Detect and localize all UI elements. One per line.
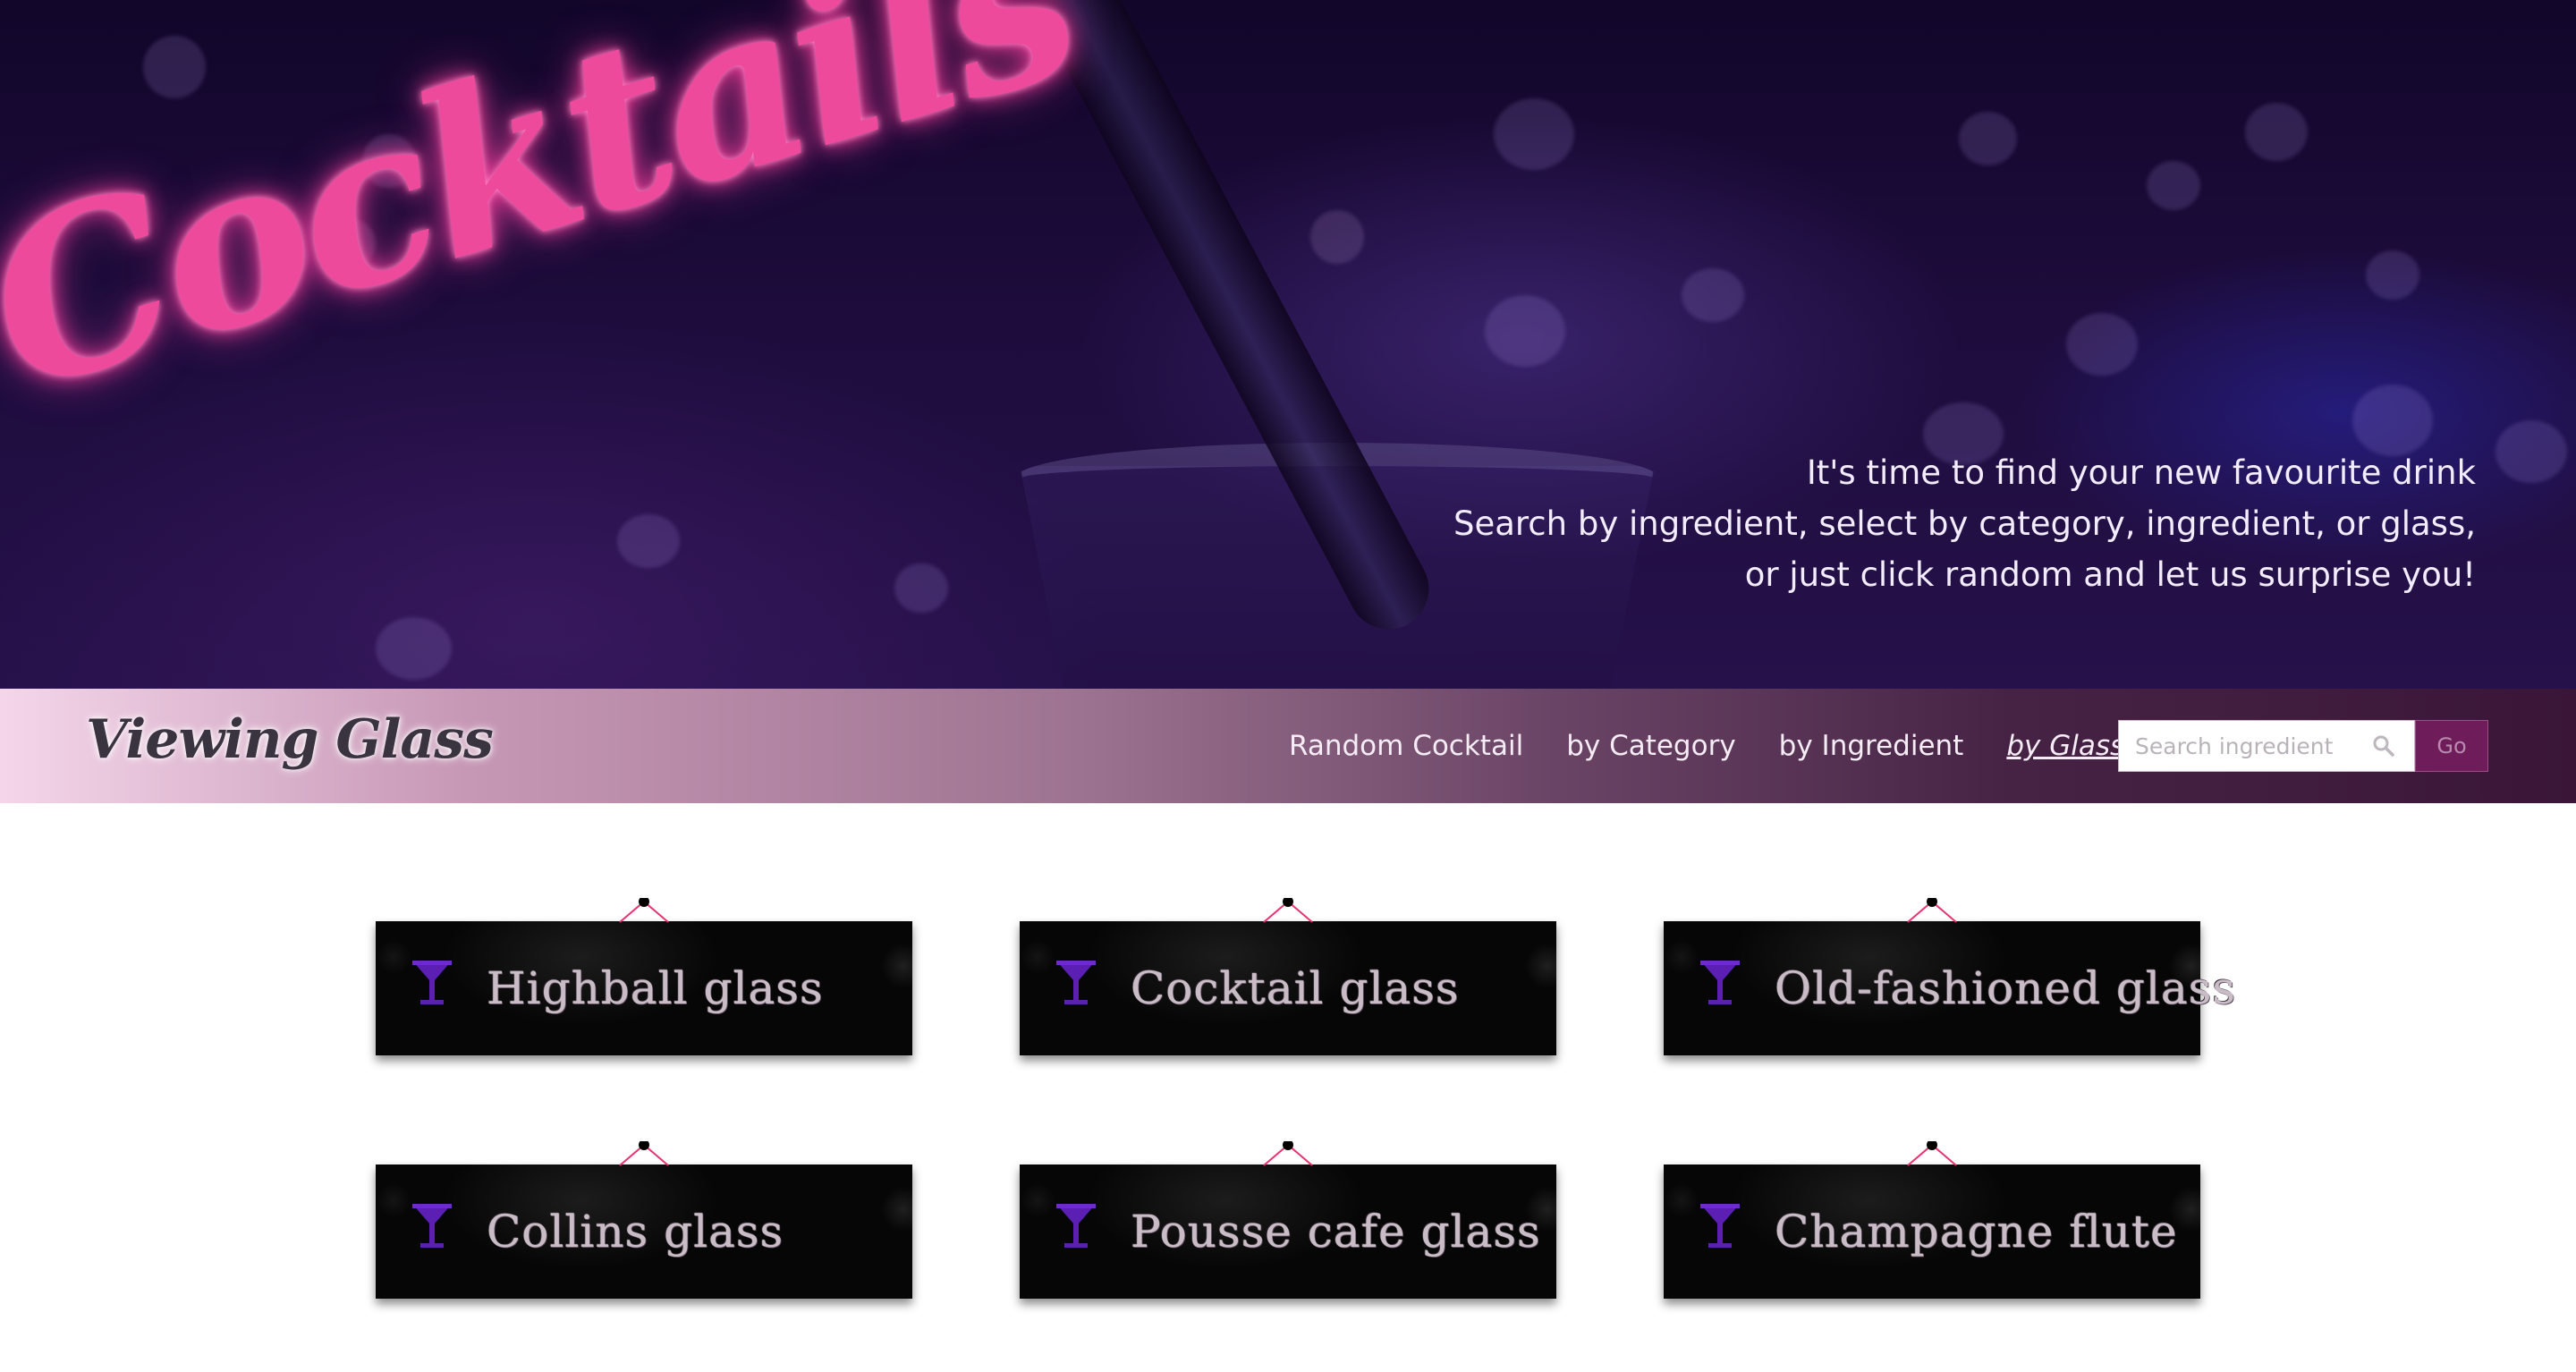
main-navbar: Viewing Glass Random Cocktail by Categor… bbox=[0, 689, 2576, 803]
hero-tagline: It's time to find your new favourite dri… bbox=[1313, 447, 2476, 600]
sign-hanger bbox=[1263, 898, 1313, 923]
search-form: Go bbox=[2118, 720, 2488, 772]
tagline-line: Search by ingredient, select by category… bbox=[1453, 504, 2476, 543]
sign-hanger bbox=[1907, 898, 1957, 923]
sign-hanger bbox=[1263, 1141, 1313, 1166]
bokeh-light bbox=[894, 563, 948, 613]
glass-label: Champagne flute bbox=[1775, 1206, 2178, 1258]
cocktail-glass-icon bbox=[1700, 961, 1740, 1004]
glass-label: Cocktail glass bbox=[1131, 962, 1460, 1014]
cocktail-glass-icon bbox=[1056, 1204, 1096, 1248]
glass-sign-cocktail[interactable]: Cocktail glass bbox=[1020, 898, 1556, 1055]
glass-sign-pousse-cafe[interactable]: Pousse cafe glass bbox=[1020, 1141, 1556, 1299]
search-icon bbox=[2372, 734, 2395, 758]
bokeh-light bbox=[2496, 420, 2567, 483]
bokeh-light bbox=[1310, 210, 1364, 264]
tagline-line: or just click random and let us surprise… bbox=[1744, 555, 2476, 594]
sign-hanger bbox=[619, 898, 669, 923]
cocktail-glass-icon bbox=[1700, 1204, 1740, 1248]
nav-links: Random Cocktail by Category by Ingredien… bbox=[1289, 689, 2167, 803]
bokeh-light bbox=[617, 514, 680, 568]
bokeh-light bbox=[1494, 98, 1574, 170]
glass-sign-champagne-flute[interactable]: Champagne flute bbox=[1664, 1141, 2200, 1299]
nav-link-by-category[interactable]: by Category bbox=[1566, 730, 1735, 762]
bokeh-light bbox=[376, 617, 452, 680]
glass-sign-highball[interactable]: Highball glass bbox=[376, 898, 912, 1055]
glass-sign-collins[interactable]: Collins glass bbox=[376, 1141, 912, 1299]
glass-label: Pousse cafe glass bbox=[1131, 1206, 1541, 1258]
glass-sign-old-fashioned[interactable]: Old-fashioned glass bbox=[1664, 898, 2235, 1055]
nav-link-by-glass[interactable]: by Glass bbox=[2006, 730, 2124, 762]
nav-link-by-ingredient[interactable]: by Ingredient bbox=[1779, 730, 1964, 762]
bokeh-light bbox=[2147, 161, 2200, 210]
bokeh-light bbox=[2245, 103, 2308, 161]
bokeh-light bbox=[2352, 385, 2433, 456]
cocktail-glass-icon bbox=[412, 961, 452, 1004]
cocktail-glass-icon bbox=[412, 1204, 452, 1248]
sign-hanger bbox=[619, 1141, 669, 1166]
brand-logo[interactable]: Viewing Glass bbox=[86, 708, 494, 771]
tagline-line: It's time to find your new favourite dri… bbox=[1806, 453, 2476, 492]
bokeh-light bbox=[1959, 112, 2017, 165]
bokeh-light bbox=[2066, 313, 2138, 376]
bokeh-light bbox=[1485, 295, 1565, 367]
bokeh-light bbox=[143, 36, 206, 98]
cocktail-glass-icon bbox=[1056, 961, 1096, 1004]
search-input[interactable] bbox=[2118, 720, 2415, 772]
hero-banner: Cocktails It's time to find your new fav… bbox=[0, 0, 2576, 689]
go-button[interactable]: Go bbox=[2415, 720, 2488, 772]
sign-hanger bbox=[1907, 1141, 1957, 1166]
glass-label: Old-fashioned glass bbox=[1775, 962, 2236, 1014]
bokeh-light bbox=[2366, 250, 2419, 300]
glass-label: Collins glass bbox=[487, 1206, 784, 1258]
glass-label: Highball glass bbox=[487, 962, 824, 1014]
nav-link-random-cocktail[interactable]: Random Cocktail bbox=[1289, 730, 1523, 762]
bokeh-light bbox=[1682, 268, 1744, 322]
